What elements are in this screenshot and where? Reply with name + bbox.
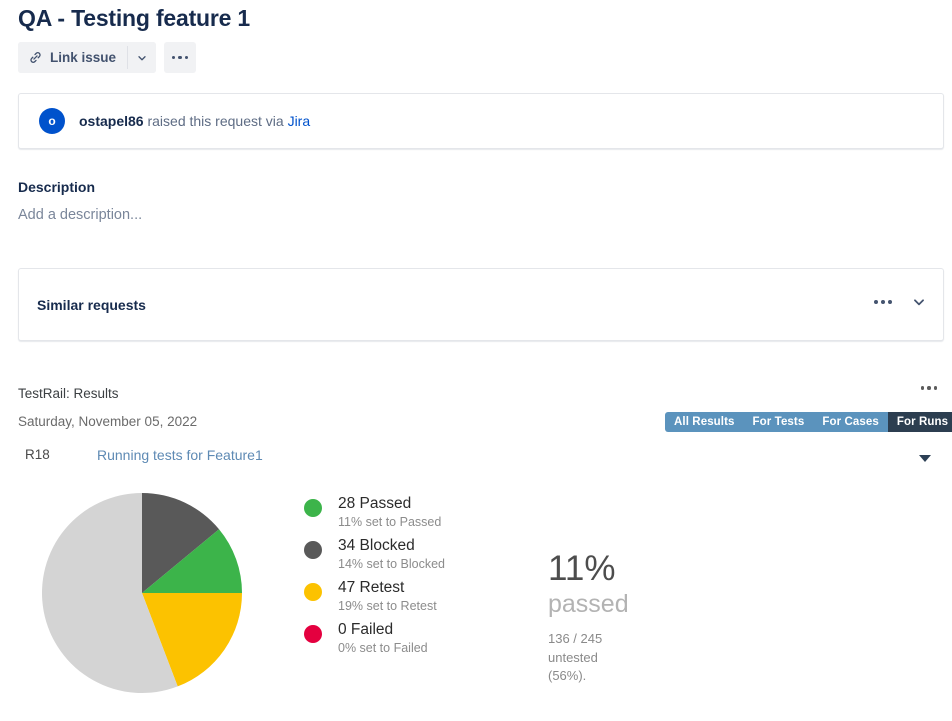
test-run-row: R18 Running tests for Feature1 xyxy=(0,447,952,473)
results-summary: 11% passed 136 / 245 untested (56%). xyxy=(548,550,728,686)
testrail-panel-more-icon[interactable] xyxy=(920,386,937,390)
tab-for-cases[interactable]: For Cases xyxy=(813,412,888,432)
summary-word: passed xyxy=(548,590,629,618)
similar-requests-actions xyxy=(874,295,926,309)
legend-sublabel-retest: 19% set to Retest xyxy=(338,599,437,613)
legend-item-passed: 28 Passed 11% set to Passed xyxy=(304,494,524,536)
link-issue-label: Link issue xyxy=(50,50,117,65)
legend-dot-passed xyxy=(304,499,322,517)
similar-requests-card: Similar requests xyxy=(18,268,944,341)
testrail-results-date: Saturday, November 05, 2022 xyxy=(18,414,198,429)
legend-label-retest: 47 Retest xyxy=(338,579,405,596)
testrail-panel-title: TestRail: Results xyxy=(18,386,119,401)
more-actions-button[interactable] xyxy=(164,42,197,73)
legend-label-blocked: 34 Blocked xyxy=(338,537,415,554)
tab-for-runs[interactable]: For Runs xyxy=(887,412,952,432)
pie-svg xyxy=(42,493,242,693)
results-pie-chart xyxy=(42,493,242,693)
raised-via-jira-card: o ostapel86 raised this request via Jira xyxy=(18,93,944,149)
source-app-name: Jira xyxy=(287,113,311,129)
legend-sublabel-failed: 0% set to Failed xyxy=(338,641,428,655)
legend-dot-retest xyxy=(304,583,322,601)
avatar: o xyxy=(39,108,65,134)
tab-for-tests[interactable]: For Tests xyxy=(743,412,814,432)
legend-label-failed: 0 Failed xyxy=(338,621,394,638)
summary-percent: 11% xyxy=(548,549,616,588)
page-title: QA - Testing feature 1 xyxy=(18,5,251,31)
pie-legend: 28 Passed 11% set to Passed 34 Blocked 1… xyxy=(304,494,524,662)
reporter-name: ostapel86 xyxy=(79,113,144,129)
raised-middle-text: raised this request via xyxy=(143,113,288,129)
run-id: R18 xyxy=(25,447,50,462)
run-name-link[interactable]: Running tests for Feature1 xyxy=(97,447,263,463)
tab-all-results[interactable]: All Results xyxy=(665,412,744,432)
ellipsis-icon[interactable] xyxy=(874,300,892,304)
link-issue-dropdown-button[interactable] xyxy=(128,42,157,73)
description-label: Description xyxy=(18,179,96,195)
testrail-tabs: All Results For Tests For Cases For Runs xyxy=(665,412,952,432)
similar-requests-title: Similar requests xyxy=(37,297,146,313)
caret-down-icon[interactable] xyxy=(919,455,931,462)
legend-dot-blocked xyxy=(304,541,322,559)
legend-sublabel-passed: 11% set to Passed xyxy=(338,515,442,529)
summary-detail: 136 / 245 untested (56%). xyxy=(548,631,603,683)
description-input[interactable]: Add a description... xyxy=(18,207,142,223)
legend-item-failed: 0 Failed 0% set to Failed xyxy=(304,620,524,662)
legend-sublabel-blocked: 14% set to Blocked xyxy=(338,557,446,571)
raised-via-jira-text: ostapel86 raised this request via Jira xyxy=(79,113,310,129)
action-bar: Link issue xyxy=(18,42,197,73)
chevron-down-icon xyxy=(136,52,148,64)
chevron-down-icon[interactable] xyxy=(912,295,926,309)
chain-link-icon xyxy=(28,50,43,65)
legend-item-retest: 47 Retest 19% set to Retest xyxy=(304,578,524,620)
link-issue-button[interactable]: Link issue xyxy=(18,42,128,73)
ellipsis-icon xyxy=(171,55,189,60)
legend-label-passed: 28 Passed xyxy=(338,495,412,512)
legend-dot-failed xyxy=(304,625,322,643)
link-issue-split-button[interactable]: Link issue xyxy=(18,42,157,73)
legend-item-blocked: 34 Blocked 14% set to Blocked xyxy=(304,536,524,578)
